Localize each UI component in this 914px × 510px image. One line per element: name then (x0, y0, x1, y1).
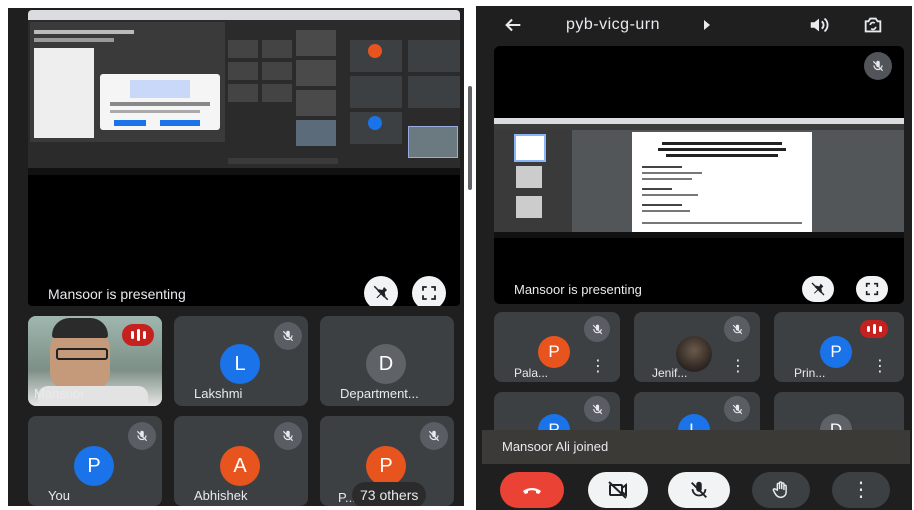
join-notification-toast: Mansoor Ali joined (482, 430, 910, 464)
muted-indicator (128, 422, 156, 450)
switch-camera-icon (864, 17, 882, 33)
pin-off-icon (373, 285, 389, 301)
end-call-button[interactable] (500, 472, 564, 508)
pin-off-icon (811, 282, 825, 296)
raise-hand-button[interactable] (752, 472, 810, 508)
left-scrollbar[interactable] (468, 86, 472, 190)
muted-indicator (584, 396, 610, 422)
participant-name: Abhishek (194, 488, 248, 503)
right-presentation-area[interactable]: Mansoor is presenting (494, 46, 904, 304)
participant-name: Prin... (794, 366, 826, 380)
muted-indicator (724, 396, 750, 422)
mic-off-icon (136, 430, 148, 442)
fullscreen-button[interactable] (412, 276, 446, 306)
participant-tile-mansoor[interactable]: Mansoor (28, 316, 162, 406)
switch-camera-button[interactable] (862, 14, 884, 41)
participant-avatar: P (538, 336, 570, 368)
call-end-icon (523, 488, 541, 494)
participant-name: Department... (340, 386, 419, 401)
participant-name: Mansoor (34, 386, 85, 401)
back-button[interactable] (502, 14, 526, 38)
muted-indicator (274, 322, 302, 350)
fullscreen-icon (865, 282, 879, 296)
more-options-icon[interactable]: ⋮ (590, 359, 606, 375)
mic-off-icon (282, 430, 294, 442)
mic-off-icon (428, 430, 440, 442)
fullscreen-icon (422, 286, 436, 300)
participant-tile-department[interactable]: D Department... (320, 316, 454, 406)
muted-indicator (724, 316, 750, 342)
participant-tile-prin[interactable]: P Prin... ⋮ (774, 312, 904, 382)
presentation-muted-indicator (864, 52, 892, 80)
participant-name: Jenif... (652, 366, 688, 380)
participant-name: Pala... (514, 366, 549, 380)
meeting-info-chevron-icon[interactable] (704, 20, 710, 30)
muted-indicator (420, 422, 448, 450)
participant-tile-you[interactable]: P You (28, 416, 162, 506)
mic-off-icon (282, 330, 294, 342)
camera-off-icon (608, 481, 627, 499)
toggle-microphone-button[interactable] (668, 472, 730, 508)
participant-tile-pala[interactable]: P Pala... ⋮ (494, 312, 620, 382)
unpin-presentation-button[interactable] (364, 276, 398, 306)
participant-tile-others[interactable]: P P... 73 others (320, 416, 454, 506)
muted-indicator (274, 422, 302, 450)
participant-tile-lakshmi[interactable]: L Lakshmi (174, 316, 308, 406)
participant-avatar: P (820, 336, 852, 368)
presenting-label: Mansoor is presenting (48, 286, 186, 302)
shared-screen-thumbnail (28, 10, 460, 175)
mic-off-icon (691, 481, 707, 498)
speaker-icon (810, 17, 829, 33)
muted-indicator (584, 316, 610, 342)
participant-name: Lakshmi (194, 386, 243, 401)
audio-output-button[interactable] (808, 14, 830, 41)
participant-avatar: A (220, 446, 260, 486)
left-meeting-panel: Mansoor is presenting Mansoor L Lakshmi … (8, 8, 472, 506)
left-presentation-area[interactable]: Mansoor is presenting (28, 10, 460, 306)
more-options-icon[interactable]: ⋮ (872, 359, 888, 375)
hand-icon (772, 481, 787, 499)
participant-tile-jenif[interactable]: Jenif... ⋮ (634, 312, 760, 382)
right-meeting-panel: pyb-vicg-urn Mansoor is presenting P Pal… (476, 6, 912, 510)
speaking-indicator (860, 320, 888, 338)
mic-off-icon (732, 404, 742, 414)
meeting-code[interactable]: pyb-vicg-urn (566, 16, 660, 34)
mic-off-icon (732, 324, 742, 334)
more-vert-icon: ⋮ (851, 479, 871, 501)
participant-avatar: D (366, 344, 406, 384)
others-count-badge[interactable]: 73 others (352, 482, 427, 506)
mic-off-icon (872, 60, 884, 72)
mic-off-icon (592, 404, 602, 414)
fullscreen-button[interactable] (856, 276, 888, 302)
participant-tile-abhishek[interactable]: A Abhishek (174, 416, 308, 506)
presenting-label: Mansoor is presenting (514, 282, 642, 297)
toggle-camera-button[interactable] (588, 472, 648, 508)
toast-text: Mansoor Ali joined (502, 439, 609, 454)
speaking-indicator (122, 324, 154, 346)
mic-off-icon (592, 324, 602, 334)
more-options-button[interactable]: ⋮ (832, 472, 890, 508)
participant-avatar: P (74, 446, 114, 486)
unpin-presentation-button[interactable] (802, 276, 834, 302)
participant-avatar: P (366, 446, 406, 486)
participant-name: You (48, 488, 70, 503)
more-options-icon[interactable]: ⋮ (730, 359, 746, 375)
participant-avatar: L (220, 344, 260, 384)
shared-document-screen (494, 118, 904, 238)
arrow-back-icon (505, 18, 521, 32)
